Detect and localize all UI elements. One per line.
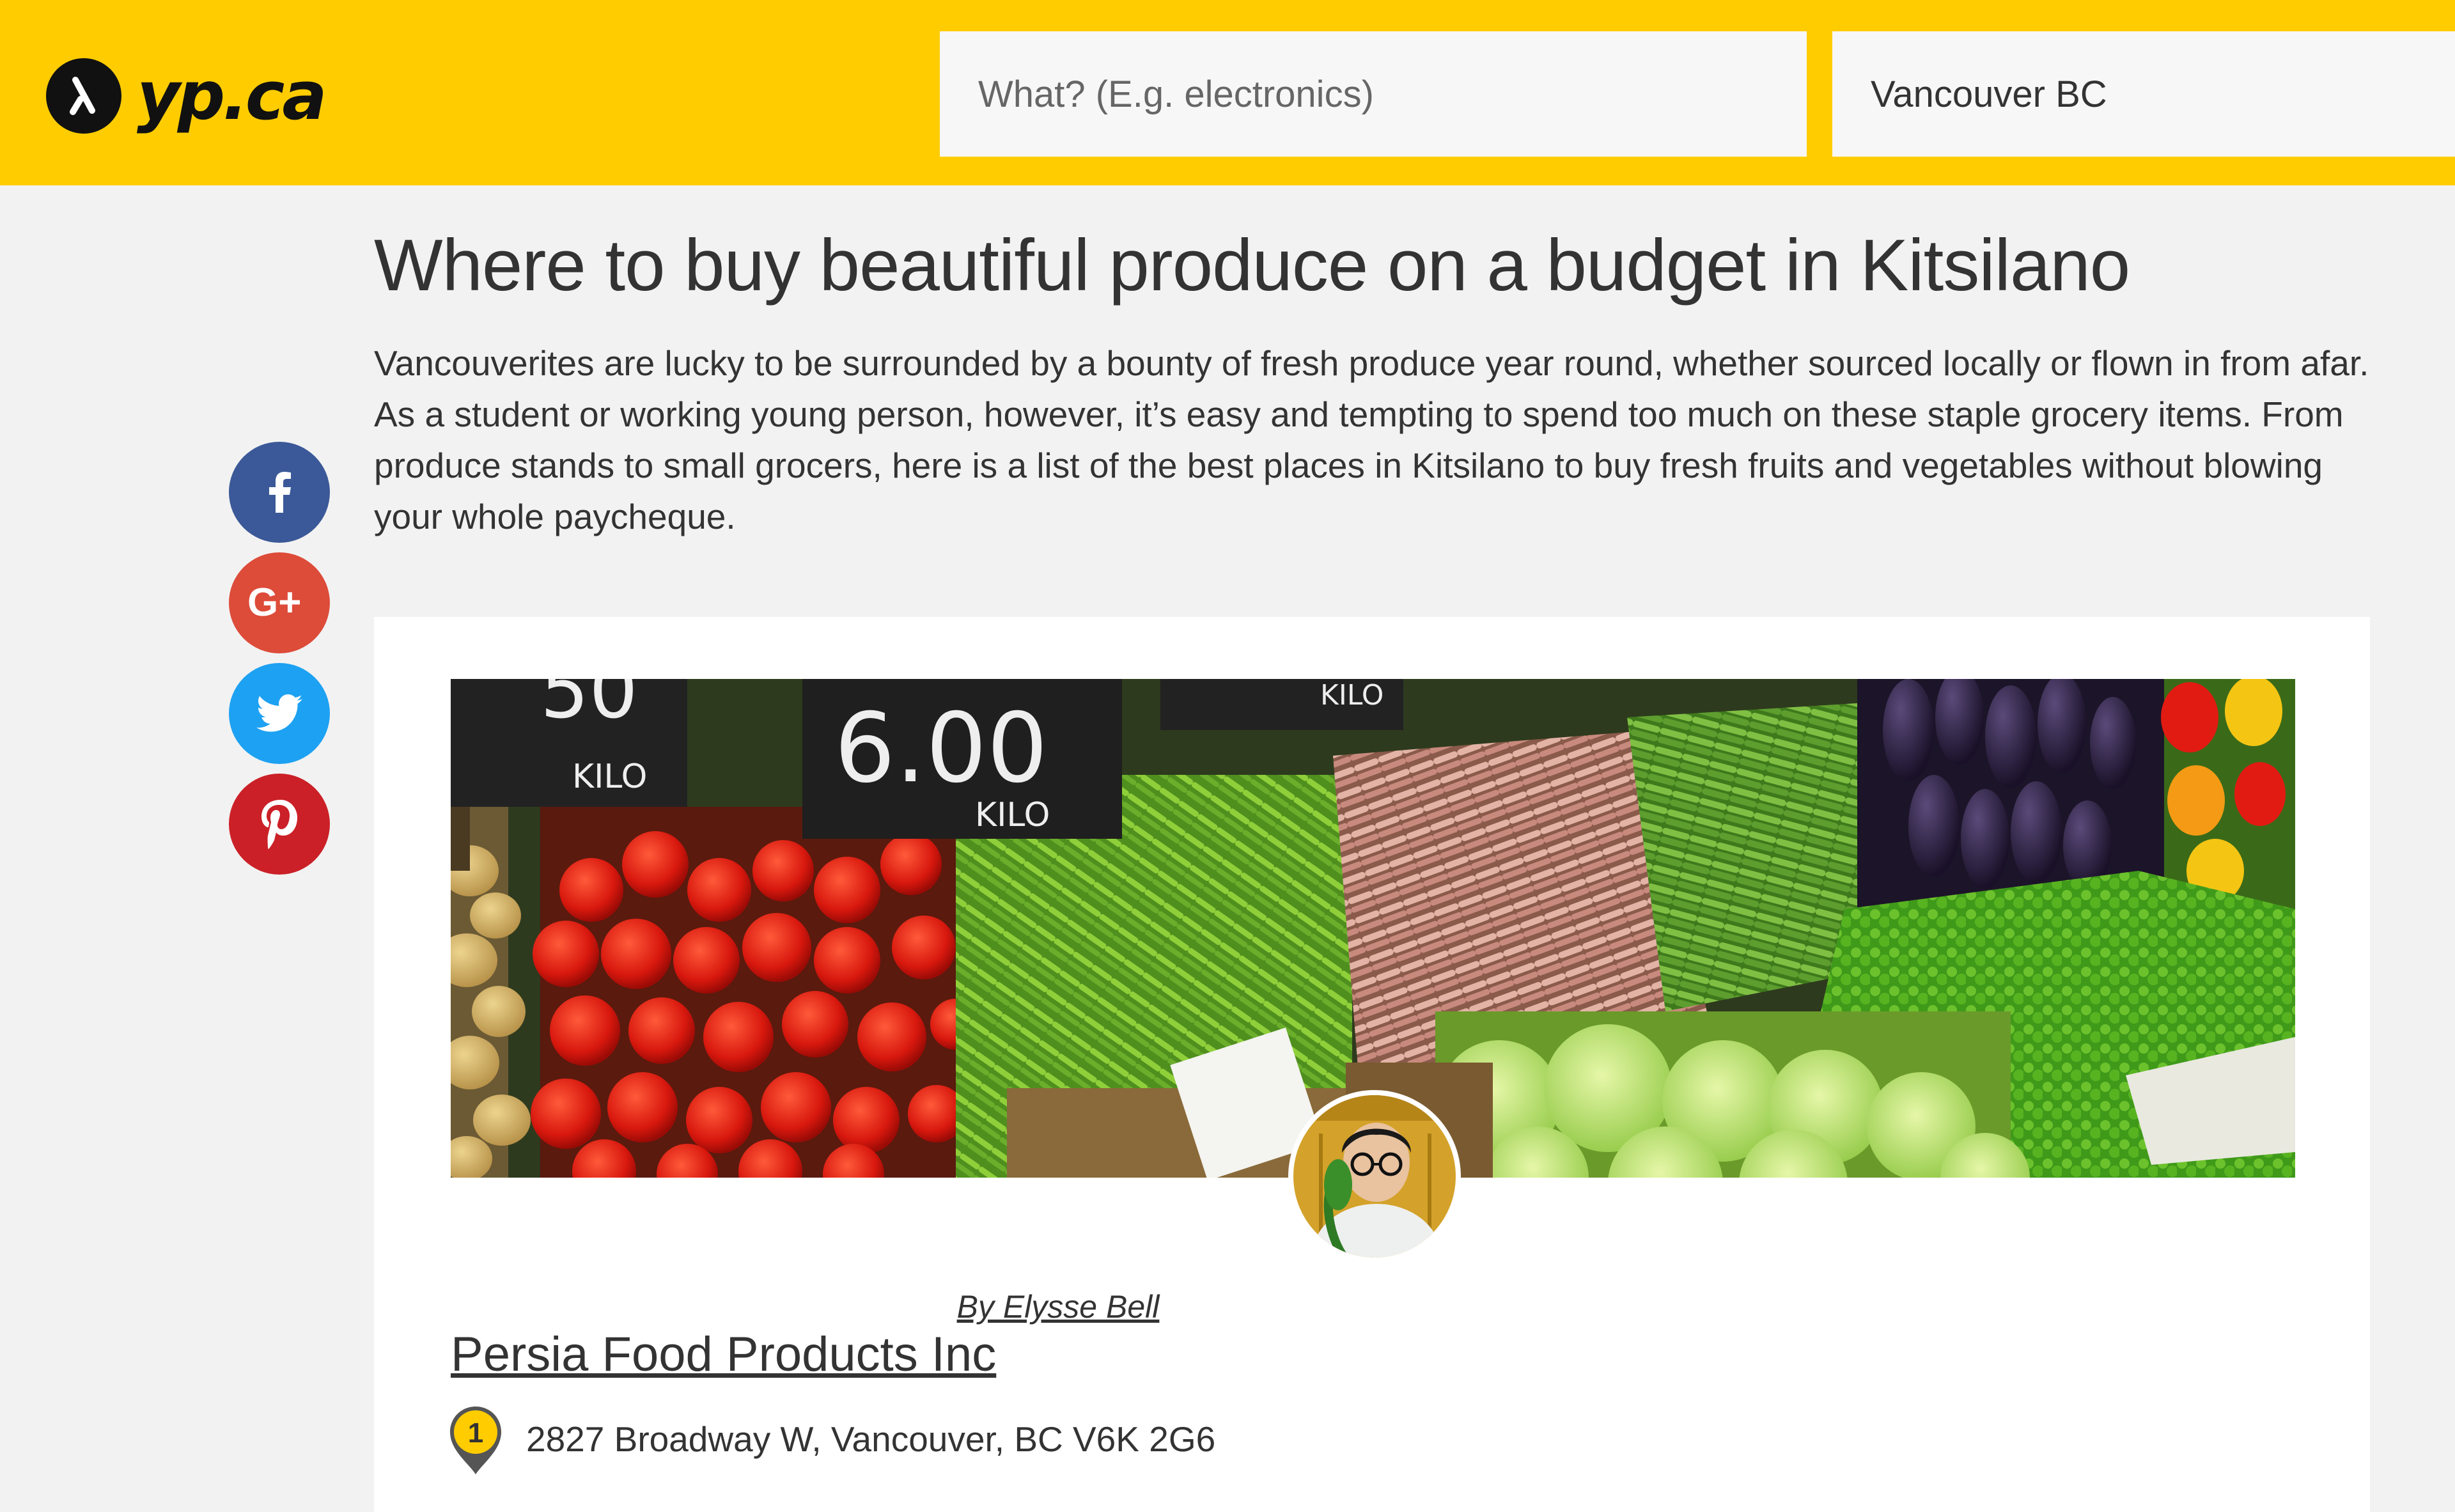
price-sign-1-unit: KILO	[572, 758, 647, 796]
price-sign-1: 50	[540, 679, 638, 736]
price-sign-2: 6.00	[834, 693, 1048, 804]
twitter-share-button[interactable]	[229, 663, 330, 764]
page-title: Where to buy beautiful produce on a budg…	[374, 225, 2130, 306]
facebook-icon	[269, 472, 291, 513]
article-intro: Vancouverites are lucky to be surrounded…	[374, 343, 2369, 536]
price-sign-2-unit: KILO	[975, 796, 1050, 834]
facebook-share-button[interactable]	[229, 442, 330, 543]
author-byline-link[interactable]: By Elysse Bell	[914, 1288, 1202, 1325]
listing-number: 1	[468, 1417, 483, 1449]
google-plus-icon: G+	[247, 582, 301, 623]
pinterest-share-button[interactable]	[229, 774, 330, 875]
svg-text:G+: G+	[247, 582, 301, 623]
logo-text: yp.ca	[137, 57, 327, 135]
pinterest-icon	[261, 800, 297, 849]
author-avatar[interactable]	[1288, 1090, 1461, 1263]
search-what-input[interactable]	[940, 31, 1807, 157]
search-where-input[interactable]	[1832, 31, 2455, 157]
twitter-icon	[256, 694, 302, 732]
yp-logo-icon	[46, 58, 121, 134]
yp-logo[interactable]: yp.ca	[46, 51, 327, 141]
google-plus-share-button[interactable]: G+	[229, 552, 330, 653]
site-header: yp.ca	[0, 0, 2455, 185]
price-sign-3-unit: KILO	[1320, 679, 1383, 712]
listing-address: 2827 Broadway W, Vancouver, BC V6K 2G6	[526, 1419, 1216, 1459]
listing-name-link[interactable]: Persia Food Products Inc	[451, 1327, 996, 1382]
map-pin-icon: 1	[449, 1405, 503, 1476]
